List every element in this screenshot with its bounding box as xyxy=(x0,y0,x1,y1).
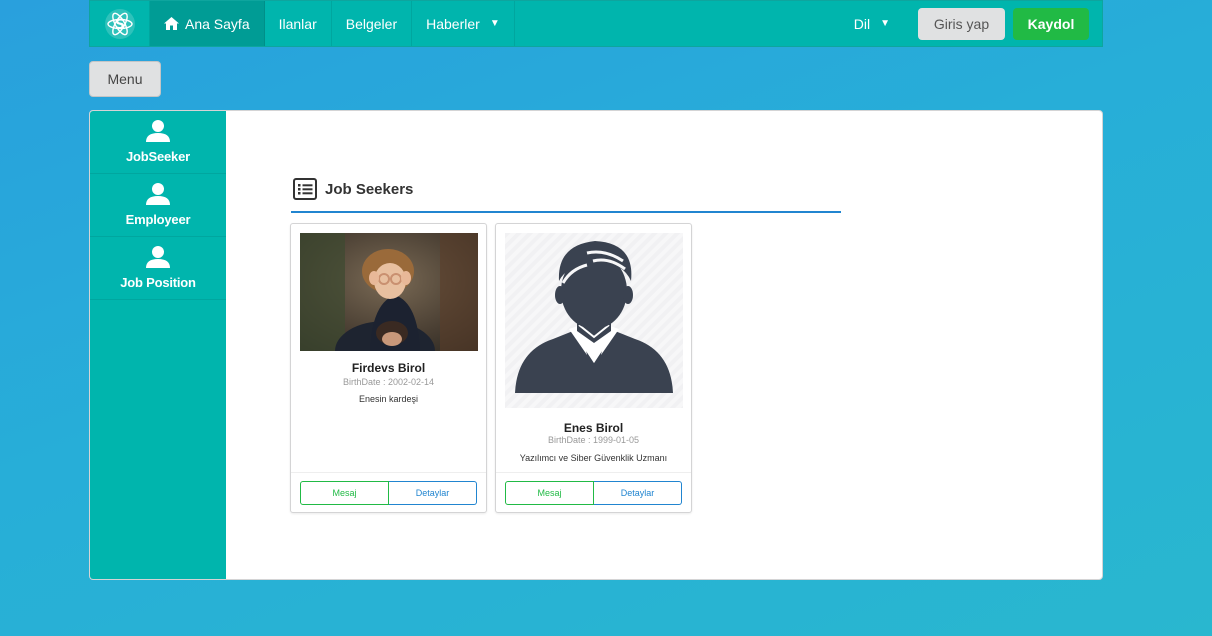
svg-text:S: S xyxy=(114,17,124,33)
card-birthdate: BirthDate : 2002-02-14 xyxy=(342,377,435,387)
sidebar-item-job-position[interactable]: Job Position xyxy=(90,237,226,300)
home-icon xyxy=(164,17,179,30)
jobseeker-card: Firdevs Birol BirthDate : 2002-02-14 Ene… xyxy=(290,223,487,513)
card-button-group: Mesaj Detaylar xyxy=(505,481,682,505)
card-footer: Mesaj Detaylar xyxy=(291,472,486,512)
section-header: Job Seekers xyxy=(291,178,841,213)
caret-down-icon: ▼ xyxy=(880,18,890,29)
list-icon xyxy=(293,178,317,200)
sidebar-item-employeer[interactable]: Employeer xyxy=(90,174,226,237)
card-footer: Mesaj Detaylar xyxy=(496,472,691,512)
card-name: Enes Birol xyxy=(563,421,624,435)
message-button[interactable]: Mesaj xyxy=(505,481,594,505)
top-navbar: S Ana Sayfa Ilanlar Belgeler Haberler ▼ … xyxy=(89,0,1103,47)
sidebar-item-label: JobSeeker xyxy=(126,149,190,164)
user-icon xyxy=(146,246,170,273)
avatar-placeholder xyxy=(505,233,683,408)
sidebar: JobSeeker Employeer Job Position xyxy=(90,111,226,579)
card-description: Yazılımcı ve Siber Güvenklik Uzmanı xyxy=(519,453,668,463)
child-photo xyxy=(300,233,478,351)
nav-item-listings[interactable]: Ilanlar xyxy=(265,1,332,46)
caret-down-icon: ▼ xyxy=(489,18,500,29)
card-birthdate: BirthDate : 1999-01-05 xyxy=(547,435,640,445)
nav-item-news-dropdown[interactable]: Haberler ▼ xyxy=(412,1,515,46)
jobseeker-card: Enes Birol BirthDate : 1999-01-05 Yazılı… xyxy=(495,223,692,513)
language-label: Dil xyxy=(853,15,871,32)
content-area: Job Seekers Firdevs Birol BirthDate: 20… xyxy=(226,111,1102,579)
card-name: Firdevs Birol xyxy=(351,361,426,375)
register-button[interactable]: Kaydol xyxy=(1013,7,1089,40)
nav-item-label: Haberler xyxy=(426,15,480,32)
sidebar-item-label: Job Position xyxy=(120,275,196,290)
section-title: Job Seekers xyxy=(325,181,414,198)
card-description: Enesin kardeşi xyxy=(358,394,419,404)
card-button-group: Mesaj Detaylar xyxy=(300,481,477,505)
details-button[interactable]: Detaylar xyxy=(389,481,477,505)
react-atom-logo-icon[interactable]: S xyxy=(90,1,150,46)
main-panel: JobSeeker Employeer Job Position Job See… xyxy=(89,110,1103,580)
nav-item-documents[interactable]: Belgeler xyxy=(332,1,413,46)
language-dropdown[interactable]: Dil ▼ xyxy=(840,1,904,46)
login-button[interactable]: Giris yap xyxy=(918,7,1005,40)
nav-item-label: Belgeler xyxy=(345,15,398,32)
sidebar-item-jobseeker[interactable]: JobSeeker xyxy=(90,111,226,174)
user-icon xyxy=(146,183,170,210)
menu-button[interactable]: Menu xyxy=(89,61,161,97)
nav-item-home[interactable]: Ana Sayfa xyxy=(150,1,265,46)
nav-item-label: Ilanlar xyxy=(278,15,317,32)
details-button[interactable]: Detaylar xyxy=(594,481,682,505)
sidebar-item-label: Employeer xyxy=(125,212,191,227)
user-icon xyxy=(146,120,170,147)
nav-item-label: Ana Sayfa xyxy=(185,15,250,32)
message-button[interactable]: Mesaj xyxy=(300,481,389,505)
